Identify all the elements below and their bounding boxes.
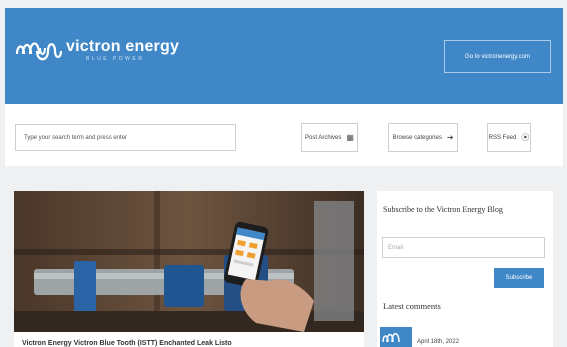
post-archives-button[interactable]: Post Archives ▦ [301, 123, 358, 152]
latest-comments-heading: Latest comments [383, 301, 441, 311]
rss-feed-label: RSS Feed [488, 134, 517, 141]
victron-logo-mark-icon [15, 42, 63, 61]
main-content: Victron Energy Victron Blue Tooth (ISTT)… [5, 166, 563, 347]
logo-text: victron energy BLUE POWER [66, 37, 180, 62]
email-field[interactable]: Email [382, 237, 545, 258]
subscribe-heading: Subscribe to the Victron Energy Blog [383, 205, 503, 214]
blog-toolbar: Type your search term and press enter Po… [5, 104, 563, 166]
subscribe-button[interactable]: Subscribe [494, 268, 544, 288]
site-header: victron energy BLUE POWER Go to victrone… [5, 8, 563, 104]
rss-icon: ⦿ [521, 133, 530, 142]
post-title[interactable]: Victron Energy Victron Blue Tooth (ISTT)… [22, 340, 232, 347]
post-card-footer: Victron Energy Victron Blue Tooth (ISTT)… [14, 332, 364, 347]
blog-page: victron energy BLUE POWER Go to victrone… [0, 0, 567, 347]
rss-feed-button[interactable]: RSS Feed ⦿ [487, 123, 531, 152]
arrow-right-icon: ➜ [446, 133, 454, 142]
sidebar: Subscribe to the Victron Energy Blog Ema… [377, 191, 553, 347]
goto-victron-button[interactable]: Go to victronenergy.com [444, 40, 551, 73]
post-archives-label: Post Archives [305, 134, 342, 141]
brand-name: victron energy [66, 37, 180, 55]
featured-photo [14, 191, 364, 332]
browse-categories-label: Browse categories [392, 134, 442, 141]
search-input[interactable]: Type your search term and press enter [15, 124, 236, 151]
avatar[interactable] [380, 327, 412, 347]
brand-tagline: BLUE POWER [86, 55, 145, 62]
calendar-icon: ▦ [346, 133, 354, 142]
victron-logo[interactable]: victron energy BLUE POWER [14, 36, 179, 64]
comment-date: April 18th, 2022 [417, 339, 460, 345]
browse-categories-button[interactable]: Browse categories ➜ [388, 123, 458, 152]
featured-post-image[interactable] [14, 191, 364, 332]
victron-avatar-icon [382, 333, 400, 343]
